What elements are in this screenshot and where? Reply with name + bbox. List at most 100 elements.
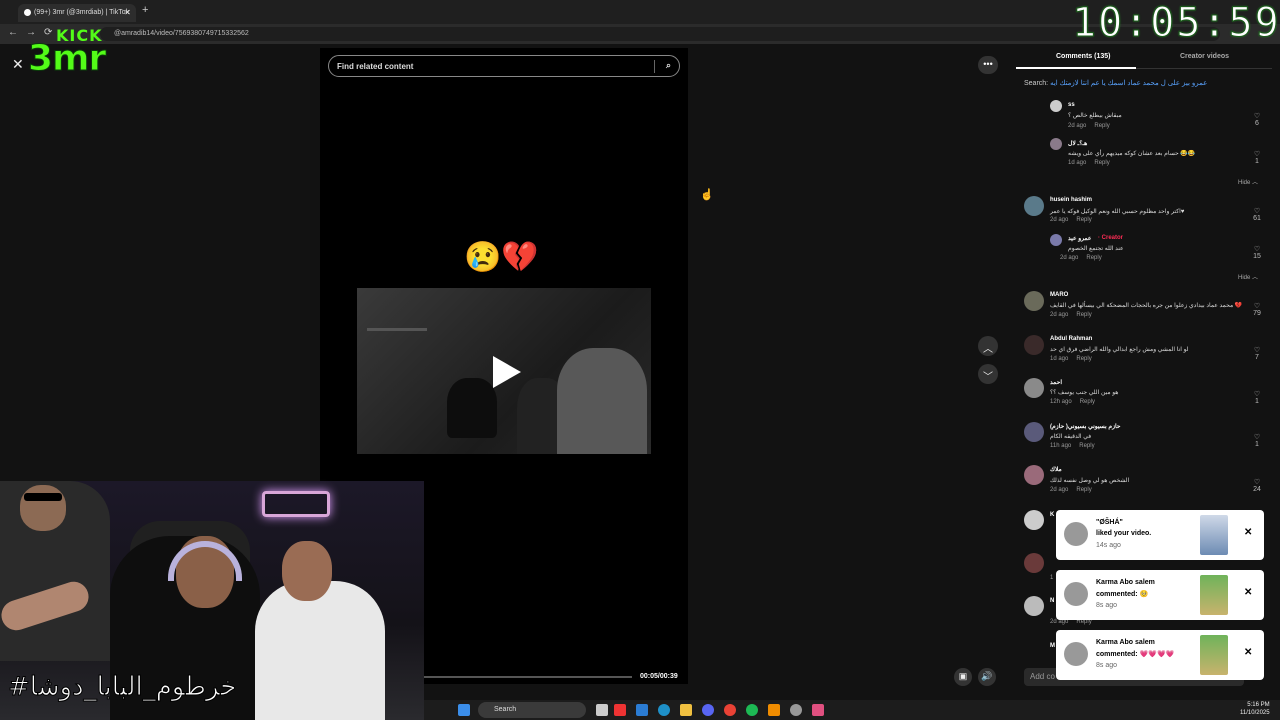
volume-icon[interactable]: 🔊 (978, 668, 996, 686)
person-figure (447, 378, 497, 438)
avatar[interactable] (1024, 291, 1044, 311)
address-bar[interactable]: @amradib14/video/7569380749715332562 (100, 27, 1220, 41)
reply-link[interactable]: Reply (1079, 443, 1094, 449)
comment-author[interactable]: Abdul Rahman (1050, 336, 1092, 342)
close-notification-icon[interactable]: ✕ (1244, 527, 1252, 538)
avatar[interactable] (1050, 138, 1062, 150)
like-button[interactable]: ♡ 1 (1250, 390, 1264, 405)
avatar (1064, 522, 1088, 546)
chrome-icon[interactable] (724, 704, 736, 716)
comment-author[interactable]: N (1050, 598, 1054, 604)
search-prefix: Search: (1024, 80, 1049, 87)
comment-text: محمد عماد بيدادي زعلوا من جره بالحجات ال… (1050, 303, 1243, 309)
search-query-link[interactable]: عمرو بيز على ل محمد عماد اسمك يا عم انتا… (1050, 80, 1207, 87)
app-icon[interactable] (768, 704, 780, 716)
notification-toast[interactable]: Karma Abo salem commented: 🥺 8s ago ✕ (1056, 570, 1264, 620)
comment-author[interactable]: MARO (1050, 292, 1068, 298)
new-tab-button[interactable]: + (142, 4, 148, 16)
reply-link[interactable]: Reply (1086, 255, 1101, 261)
edge-icon[interactable] (658, 704, 670, 716)
tab-comments[interactable]: Comments (135) (1056, 53, 1110, 60)
comment-text: في الدقيقه الكام (1050, 434, 1092, 440)
picture-in-picture-icon[interactable]: ▣ (954, 668, 972, 686)
find-related-search-input[interactable]: Find related content ⌕ (328, 55, 680, 77)
comment-author[interactable]: K (1050, 512, 1054, 518)
close-tab-icon[interactable]: ✕ (124, 8, 131, 17)
comment-text: الشخص هو لي وصل نفسه لذلك (1050, 478, 1130, 484)
comment-author[interactable]: هـ؟ـ لال (1068, 140, 1087, 147)
avatar[interactable] (1050, 234, 1062, 246)
like-button[interactable]: ♡ 1 (1250, 433, 1264, 448)
reply-link[interactable]: Reply (1076, 487, 1091, 493)
spotify-icon[interactable] (746, 704, 758, 716)
discord-icon[interactable] (702, 704, 714, 716)
reply-link[interactable]: Reply (1094, 123, 1109, 129)
tab-creator-videos[interactable]: Creator videos (1180, 53, 1229, 60)
like-button[interactable]: ♡ 15 (1250, 245, 1264, 260)
close-notification-icon[interactable]: ✕ (1244, 587, 1252, 598)
like-count: 61 (1253, 215, 1261, 222)
like-count: 15 (1253, 253, 1261, 260)
hide-replies-button[interactable]: Hide ︿ (1238, 272, 1258, 281)
play-icon[interactable] (493, 356, 521, 388)
close-video-icon[interactable]: ✕ (12, 56, 24, 73)
task-view-icon[interactable] (596, 704, 608, 716)
comment-author[interactable]: husein hashim (1050, 197, 1092, 203)
avatar[interactable] (1024, 553, 1044, 573)
avatar[interactable] (1024, 422, 1044, 442)
search-icon[interactable]: ⌕ (666, 60, 671, 71)
avatar[interactable] (1024, 465, 1044, 485)
comment-author[interactable]: M (1050, 643, 1055, 649)
notification-action: liked your video. (1096, 530, 1152, 537)
avatar[interactable] (1024, 378, 1044, 398)
back-icon[interactable]: ← (8, 27, 18, 38)
avatar[interactable] (1050, 100, 1062, 112)
like-button[interactable]: ♡ 7 (1250, 346, 1264, 361)
more-options-icon[interactable]: ••• (978, 56, 998, 74)
reply-link[interactable]: Reply (1076, 217, 1091, 223)
next-video-icon[interactable]: ﹀ (978, 364, 998, 384)
reply-link[interactable]: Reply (1094, 160, 1109, 166)
hide-replies-button[interactable]: Hide ︿ (1238, 177, 1258, 186)
notification-time: 8s ago (1096, 602, 1118, 609)
comment-time: 2d ago (1050, 312, 1069, 318)
comment-author[interactable]: ss (1068, 102, 1075, 108)
previous-video-icon[interactable]: ︿ (978, 336, 998, 356)
browser-tab[interactable]: (99+) 3mr (@3mrdiab) | TikTok ✕ (18, 4, 136, 22)
like-count: 1 (1255, 158, 1259, 165)
outlook-icon[interactable] (636, 704, 648, 716)
like-button[interactable]: ♡ 6 (1250, 112, 1264, 127)
avatar[interactable] (1024, 596, 1044, 616)
avatar[interactable] (1024, 510, 1044, 530)
search-suggestion[interactable]: Search: عمرو بيز على ل محمد عماد اسمك يا… (1024, 79, 1207, 87)
comment-time: 12h ago (1050, 399, 1072, 405)
shelf (367, 328, 427, 331)
windows-start-icon[interactable] (458, 704, 470, 716)
notification-toast[interactable]: "ØŠHÁ" liked your video. 14s ago ✕ (1056, 510, 1264, 560)
reply-link[interactable]: Reply (1076, 312, 1091, 318)
like-button[interactable]: ♡ 24 (1250, 478, 1264, 493)
avatar[interactable] (1024, 335, 1044, 355)
app-icon[interactable] (812, 704, 824, 716)
taskbar-search[interactable]: Search (478, 702, 586, 718)
reply-link[interactable]: Reply (1080, 399, 1095, 405)
like-button[interactable]: ♡ 79 (1250, 302, 1264, 317)
comment-author[interactable]: احمد (1050, 379, 1062, 386)
video-thumbnail (1200, 635, 1228, 675)
creator-badge: · Creator (1098, 235, 1124, 241)
app-icon[interactable] (614, 704, 626, 716)
comment-text: هو مين اللي جنب يوسف ؟؟ (1050, 390, 1119, 396)
close-notification-icon[interactable]: ✕ (1244, 647, 1252, 658)
app-icon[interactable] (790, 704, 802, 716)
comment-author[interactable]: ملاك (1050, 466, 1062, 473)
avatar[interactable] (1024, 196, 1044, 216)
reply-link[interactable]: Reply (1076, 356, 1091, 362)
file-explorer-icon[interactable] (680, 704, 692, 716)
comment-author[interactable]: حازم بسيوني بسيوني( حازم) (1050, 423, 1121, 430)
video-caption-emoji: 😢💔 (464, 241, 539, 274)
notification-toast[interactable]: Karma Abo salem commented: 💗💗💗💗 8s ago ✕ (1056, 630, 1264, 680)
like-button[interactable]: ♡ 61 (1250, 207, 1264, 222)
video-progress-bar[interactable] (424, 676, 632, 678)
comment-author[interactable]: عمرو عيد (1068, 235, 1091, 242)
like-button[interactable]: ♡ 1 (1250, 150, 1264, 165)
